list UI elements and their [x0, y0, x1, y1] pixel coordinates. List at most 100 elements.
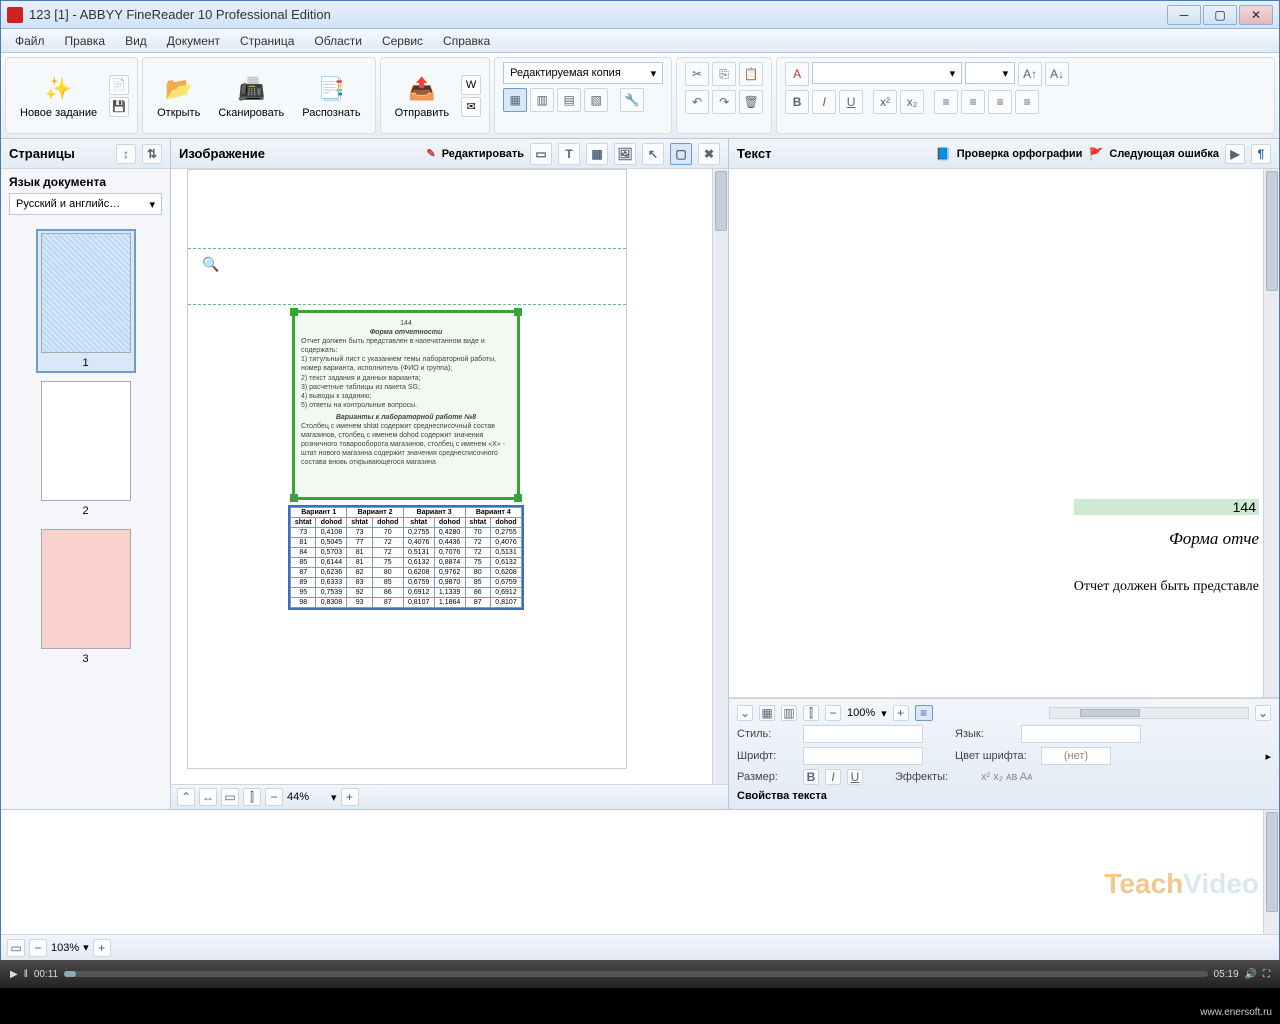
close-button[interactable]: ✕ [1239, 5, 1273, 25]
italic2-icon[interactable]: I [825, 769, 841, 785]
pointer-icon[interactable]: ↖ [642, 143, 664, 165]
pages-tool-1-icon[interactable]: ↕ [116, 144, 136, 164]
delete-area-icon[interactable]: ✖ [698, 143, 720, 165]
text-zoom-out-icon[interactable]: − [825, 705, 841, 721]
zoom-out-icon[interactable]: − [265, 788, 283, 806]
edit-image-button[interactable]: Редактировать [442, 148, 524, 160]
bottom-scrollbar[interactable] [1263, 810, 1279, 934]
pilcrow-icon[interactable]: ¶ [1251, 144, 1271, 164]
menu-view[interactable]: Вид [115, 31, 157, 51]
bottom-zoom-value[interactable]: 103% [51, 942, 79, 954]
bold2-icon[interactable]: B [803, 769, 819, 785]
subscript-icon[interactable]: x₂ [900, 90, 924, 114]
grid1-icon[interactable]: ▦ [759, 705, 775, 721]
grid2-icon[interactable]: ▥ [781, 705, 797, 721]
spellcheck-button[interactable]: Проверка орфографии [957, 148, 1083, 160]
lang-field[interactable] [1021, 725, 1141, 743]
menu-file[interactable]: Файл [5, 31, 55, 51]
minimize-button[interactable]: ─ [1167, 5, 1201, 25]
chevron-down-icon[interactable]: ⌄ [1255, 705, 1271, 721]
text-zoom-value[interactable]: 100% [847, 707, 875, 719]
font-color-icon[interactable]: A [785, 62, 809, 86]
italic-icon[interactable]: I [812, 90, 836, 114]
image-zoom-value[interactable]: 44% [287, 791, 327, 803]
paste-icon[interactable]: 📋 [739, 62, 763, 86]
bottom-zoom-in-icon[interactable]: + [93, 939, 111, 957]
bottom-zoom-out-icon[interactable]: − [29, 939, 47, 957]
layout-btn-4[interactable]: ▧ [584, 88, 608, 112]
font-family-dropdown[interactable]: ▾ [812, 62, 962, 84]
color-field[interactable]: (нет) [1041, 747, 1111, 765]
page-thumbnail-2[interactable]: 2 [36, 377, 136, 521]
text-scrollbar[interactable] [1263, 169, 1279, 697]
menu-document[interactable]: Документ [157, 31, 230, 51]
open-button[interactable]: 📂Открыть [151, 71, 206, 121]
volume-icon[interactable]: 🔊 [1245, 969, 1257, 980]
fit-page-icon[interactable]: ▭ [221, 788, 239, 806]
scan-button[interactable]: 📠Сканировать [212, 71, 290, 121]
zoom-in-icon[interactable]: + [341, 788, 359, 806]
align-center-icon[interactable]: ≡ [961, 90, 985, 114]
recognize-button[interactable]: 📑Распознать [296, 71, 366, 121]
play-icon[interactable]: ▶ [10, 969, 18, 980]
fontsize-up-icon[interactable]: A↑ [1018, 62, 1042, 86]
hscroll-text[interactable] [1049, 707, 1249, 719]
layout-btn-3[interactable]: ▤ [557, 88, 581, 112]
recognized-text-area[interactable]: 144 Форма отчетности Отчет должен быть п… [292, 310, 520, 500]
next-error-button[interactable]: Следующая ошибка [1109, 148, 1219, 160]
grid3-icon[interactable]: ⫿ [803, 705, 819, 721]
delete-icon[interactable]: 🗑 [739, 90, 763, 114]
style-dropdown[interactable]: Редактируемая копия▾ [503, 62, 663, 84]
underline-icon[interactable]: U [839, 90, 863, 114]
fit-width-icon[interactable]: ↔ [199, 788, 217, 806]
pages-tool-2-icon[interactable]: ⇅ [142, 144, 162, 164]
superscript-icon[interactable]: x² [873, 90, 897, 114]
language-dropdown[interactable]: Русский и английс…▾ [9, 193, 162, 215]
image-viewport[interactable]: 🔍 144 Форма отчетности Отчет должен быть… [171, 169, 728, 785]
layout-btn-1[interactable]: ▦ [503, 88, 527, 112]
align-right-icon[interactable]: ≡ [988, 90, 1012, 114]
wrench-icon[interactable]: 🔧 [620, 88, 644, 112]
align-left-icon[interactable]: ≡ [934, 90, 958, 114]
bottom-layout-icon[interactable]: ▭ [7, 939, 25, 957]
recognized-table-area[interactable]: Вариант 1Вариант 2Вариант 3Вариант 4shta… [288, 505, 524, 610]
cut-icon[interactable]: ✂ [685, 62, 709, 86]
next-icon[interactable]: ▶ [1225, 144, 1245, 164]
undo-icon[interactable]: ↶ [685, 90, 709, 114]
text-zoom-in-icon[interactable]: + [893, 705, 909, 721]
bold-icon[interactable]: B [785, 90, 809, 114]
pause-icon[interactable]: ‖ [24, 969, 28, 980]
copy-icon[interactable]: ⎘ [712, 62, 736, 86]
underline2-icon[interactable]: U [847, 769, 863, 785]
split-icon[interactable]: ⫿ [243, 788, 261, 806]
player-track[interactable] [64, 971, 1207, 977]
menu-edit[interactable]: Правка [55, 31, 116, 51]
small-doc-icon[interactable]: 📄 [109, 75, 129, 95]
small-save-icon[interactable]: 💾 [109, 97, 129, 117]
expand-down-icon[interactable]: ⌄ [737, 705, 753, 721]
text-area-icon[interactable]: T [558, 143, 580, 165]
select-icon[interactable]: ▢ [670, 143, 692, 165]
menu-areas[interactable]: Области [304, 31, 372, 51]
new-task-button[interactable]: ✨Новое задание [14, 71, 103, 121]
fullscreen-icon[interactable]: ⛶ [1263, 969, 1270, 980]
collapse-up-icon[interactable]: ⌃ [177, 788, 195, 806]
image-scrollbar[interactable] [712, 169, 728, 784]
maximize-button[interactable]: ▢ [1203, 5, 1237, 25]
send-word-icon[interactable]: W [461, 75, 481, 95]
menu-page[interactable]: Страница [230, 31, 304, 51]
fontsize-down-icon[interactable]: A↓ [1045, 62, 1069, 86]
table-area-icon[interactable]: ▦ [586, 143, 608, 165]
props-next-icon[interactable]: ▸ [1265, 750, 1271, 763]
picture-area-icon[interactable]: 🖼 [614, 143, 636, 165]
page-thumbnail-3[interactable]: 3 [36, 525, 136, 669]
page-thumbnail-1[interactable]: 1 [36, 229, 136, 373]
style-field[interactable] [803, 725, 923, 743]
send-mail-icon[interactable]: ✉ [461, 97, 481, 117]
menu-help[interactable]: Справка [433, 31, 500, 51]
crop-icon[interactable]: ▭ [530, 143, 552, 165]
font-size-dropdown[interactable]: ▾ [965, 62, 1015, 84]
redo-icon[interactable]: ↷ [712, 90, 736, 114]
align-justify-icon[interactable]: ≡ [1015, 90, 1039, 114]
font-field[interactable] [803, 747, 923, 765]
